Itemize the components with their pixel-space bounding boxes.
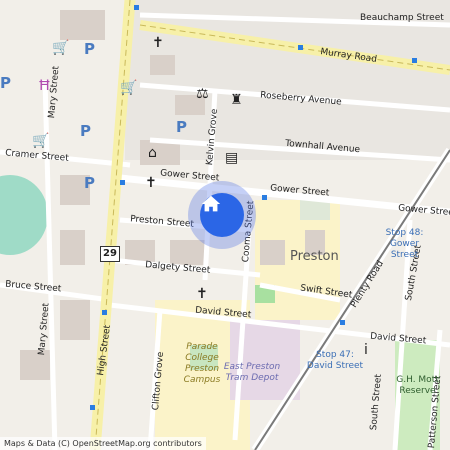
- parking-icon[interactable]: P: [0, 74, 11, 92]
- tram-stop-label[interactable]: Stop 47: David Street: [305, 350, 365, 372]
- parking-icon[interactable]: P: [84, 40, 95, 58]
- mall-icon[interactable]: Ħ: [38, 78, 51, 94]
- church-icon[interactable]: ✝: [152, 35, 164, 51]
- shop-icon[interactable]: 🛒: [120, 80, 137, 96]
- campus-label: Parade College Preston Campus: [183, 342, 221, 385]
- shop-icon[interactable]: 🛒: [32, 133, 49, 149]
- map-attribution: Maps & Data (C) OpenStreetMap.org contri…: [0, 437, 206, 450]
- reserve-label: G.H. Mott Reserve: [396, 375, 439, 396]
- parking-icon[interactable]: P: [84, 174, 95, 192]
- street-label: Beauchamp Street: [360, 13, 444, 23]
- townhall-icon[interactable]: ⌂: [148, 145, 157, 161]
- courthouse-icon[interactable]: ⚖: [196, 86, 209, 102]
- police-icon[interactable]: ♜: [230, 92, 243, 108]
- church-icon[interactable]: ✝: [145, 175, 157, 191]
- church-icon[interactable]: ✝: [196, 286, 208, 302]
- map-view[interactable]: Beauchamp Street Murray Road Roseberry A…: [0, 0, 450, 450]
- depot-label: East Preston Tram Depot: [223, 362, 281, 383]
- tram-stop-label[interactable]: Stop 48: Gower Street: [382, 228, 427, 261]
- suburb-label: Preston: [290, 249, 339, 264]
- shop-icon[interactable]: 🛒: [52, 40, 69, 56]
- library-icon[interactable]: ▤: [225, 150, 238, 166]
- parking-icon[interactable]: P: [80, 122, 91, 140]
- home-location-button[interactable]: [200, 193, 244, 237]
- parking-icon[interactable]: P: [176, 118, 187, 136]
- info-icon[interactable]: i: [364, 342, 368, 358]
- route-shield: 29: [100, 246, 120, 262]
